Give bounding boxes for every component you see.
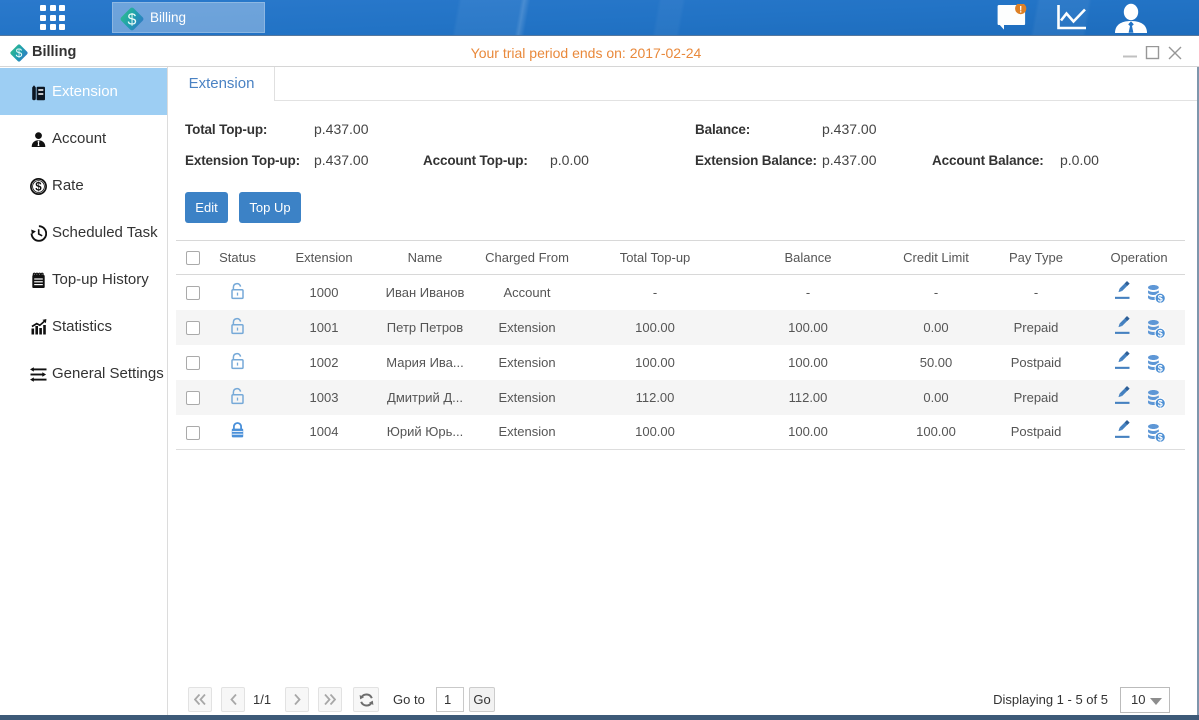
svg-text:$: $ [35,181,42,193]
svg-text:!: ! [1019,4,1022,15]
svg-text:$: $ [1158,398,1163,408]
svg-text:$: $ [1158,293,1163,303]
svg-text:$: $ [1158,433,1163,443]
svg-text:$: $ [1158,363,1163,373]
svg-text:$: $ [128,12,137,29]
svg-text:$: $ [1158,328,1163,338]
